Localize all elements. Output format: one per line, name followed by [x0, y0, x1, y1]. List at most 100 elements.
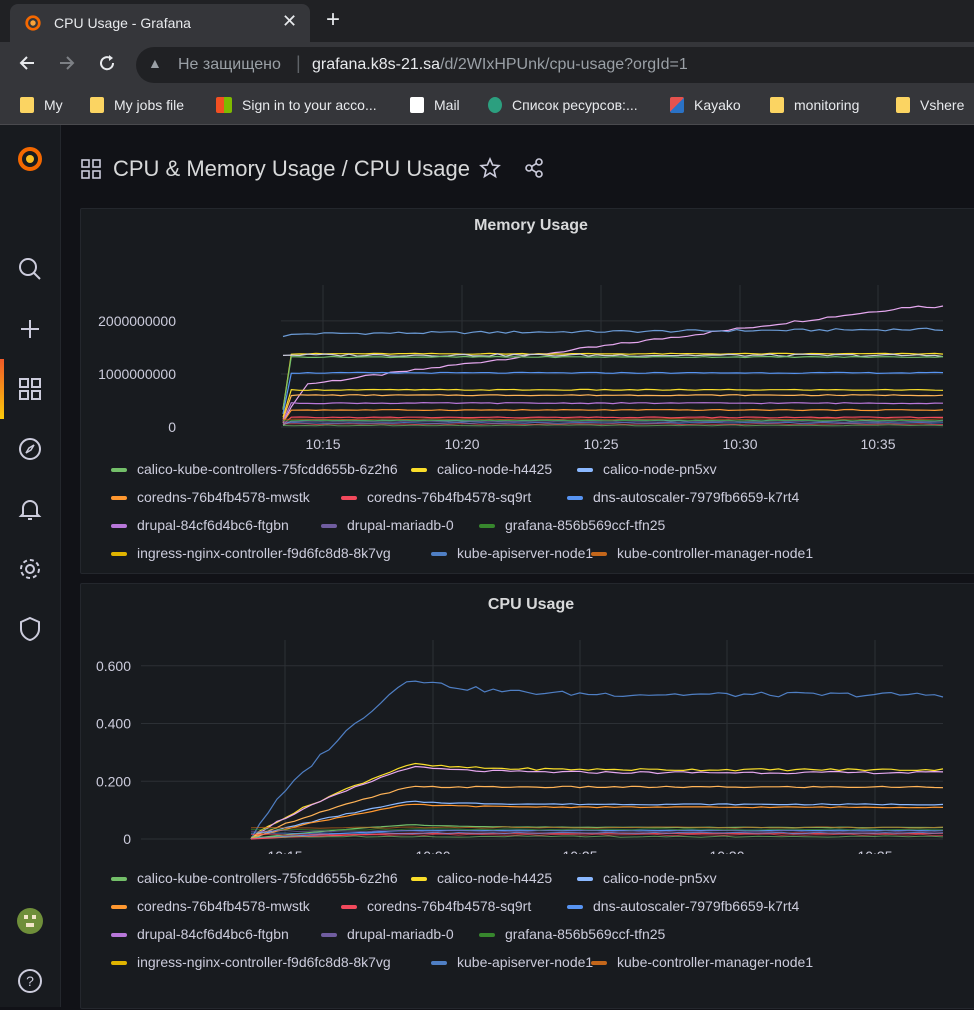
- legend-item-coredns-76b4fb4578-sq9rt[interactable]: coredns-76b4fb4578-sq9rt: [341, 898, 531, 914]
- gear-icon[interactable]: [16, 555, 44, 583]
- legend-swatch: [321, 524, 337, 529]
- url-host: grafana.k8s-21.sa: [312, 56, 441, 73]
- y-tick-label: 0.400: [96, 716, 131, 732]
- star-icon[interactable]: [479, 157, 501, 179]
- y-tick-label: 0: [123, 831, 131, 847]
- address-bar[interactable]: ▲ Не защищено | grafana.k8s-21.sa/d/2WIx…: [136, 47, 974, 83]
- folder-icon: [896, 97, 910, 113]
- folder-icon: [20, 97, 34, 113]
- legend-swatch: [411, 877, 427, 882]
- series-line-drupal-mariadb-0[interactable]: [282, 401, 944, 422]
- legend-swatch: [577, 877, 593, 882]
- cpu-usage-panel[interactable]: CPU Usage 00.2000.4000.60010:1510:2010:2…: [80, 583, 974, 1009]
- legend-item-calico-kube-controllers-75fcdd655b-6z2h6[interactable]: calico-kube-controllers-75fcdd655b-6z2h6: [111, 461, 398, 477]
- baseline-line: [282, 418, 944, 421]
- new-tab-button[interactable]: +: [326, 6, 340, 34]
- url-text[interactable]: grafana.k8s-21.sa/d/2WIxHPUnk/cpu-usage?…: [312, 56, 688, 74]
- legend-item-dns-autoscaler-7979fb6659-k7rt4[interactable]: dns-autoscaler-7979fb6659-k7rt4: [567, 489, 799, 505]
- reload-icon[interactable]: [96, 52, 118, 74]
- bookmark-my[interactable]: My: [20, 97, 63, 113]
- memory-usage-chart[interactable]: 0 1000000000 2000000000 10:15 10:20 10:25 10:3…: [81, 209, 974, 449]
- baseline-line: [282, 424, 944, 427]
- legend-swatch: [341, 496, 357, 501]
- warning-icon[interactable]: ▲: [148, 55, 162, 71]
- legend-item-grafana-856b569ccf-tfn25[interactable]: grafana-856b569ccf-tfn25: [479, 926, 665, 942]
- legend-item-kube-controller-manager-node1[interactable]: kube-controller-manager-node1: [591, 954, 813, 970]
- series-line-drupal-84cf6d4bc6-ftgbn[interactable]: [282, 305, 944, 424]
- bookmark-vshere[interactable]: Vshere: [896, 97, 964, 113]
- plus-icon[interactable]: [16, 315, 44, 343]
- y-tick-label: 0.600: [96, 658, 131, 674]
- forward-icon[interactable]: [56, 52, 78, 74]
- legend-item-calico-node-h4425[interactable]: calico-node-h4425: [411, 461, 552, 477]
- share-icon[interactable]: [523, 157, 545, 179]
- memory-usage-panel[interactable]: Memory Usage 0 1000000000 2000000000 10:15 1…: [80, 208, 974, 574]
- bookmark-mail[interactable]: Mail: [410, 97, 460, 113]
- legend-item-kube-apiserver-node1[interactable]: kube-apiserver-node1: [431, 545, 593, 561]
- legend-label: ingress-nginx-controller-f9d6fc8d8-8k7vg: [137, 954, 391, 970]
- bookmark-sign-in[interactable]: Sign in to your acco...: [216, 97, 377, 113]
- bookmark-label: monitoring: [794, 97, 860, 113]
- microsoft-icon: [216, 97, 232, 113]
- legend-item-drupal-84cf6d4bc6-ftgbn[interactable]: drupal-84cf6d4bc6-ftgbn: [111, 517, 289, 533]
- memory-legend: calico-kube-controllers-75fcdd655b-6z2h6…: [111, 461, 971, 573]
- explore-icon[interactable]: [16, 435, 44, 463]
- legend-swatch: [111, 905, 127, 910]
- bookmark-monitoring[interactable]: monitoring: [770, 97, 859, 113]
- legend-item-kube-controller-manager-node1[interactable]: kube-controller-manager-node1: [591, 545, 813, 561]
- help-icon[interactable]: ?: [16, 967, 44, 995]
- series-line-dns-autoscaler-7979fb6659-k7rt4[interactable]: [282, 371, 944, 415]
- series-line-coredns-76b4fb4578-mwstk[interactable]: [282, 394, 944, 420]
- legend-item-coredns-76b4fb4578-mwstk[interactable]: coredns-76b4fb4578-mwstk: [111, 898, 310, 914]
- legend-swatch: [341, 905, 357, 910]
- legend-label: calico-node-pn5xv: [603, 870, 717, 886]
- legend-item-ingress-nginx-controller-f9d6fc8d8-8k7vg[interactable]: ingress-nginx-controller-f9d6fc8d8-8k7vg: [111, 954, 391, 970]
- bookmark-resources[interactable]: Список ресурсов:...: [488, 97, 638, 113]
- shield-icon[interactable]: [16, 615, 44, 643]
- legend-swatch: [321, 933, 337, 938]
- browser-tab[interactable]: CPU Usage - Grafana ✕: [10, 4, 310, 42]
- legend-item-grafana-856b569ccf-tfn25[interactable]: grafana-856b569ccf-tfn25: [479, 517, 665, 533]
- breadcrumb-dashboard[interactable]: CPU Usage: [354, 156, 470, 181]
- series-line-kube-apiserver-node1[interactable]: [282, 327, 944, 338]
- alert-bell-icon[interactable]: [16, 495, 44, 523]
- x-tick-label: 10:25: [562, 848, 597, 854]
- legend-label: calico-node-h4425: [437, 870, 553, 886]
- series-line-kube-apiserver-node1[interactable]: [250, 680, 944, 840]
- x-tick-label: 10:35: [860, 436, 895, 449]
- back-icon[interactable]: [16, 52, 38, 74]
- legend-label: calico-node-h4425: [437, 461, 553, 477]
- svg-text:?: ?: [26, 973, 34, 989]
- legend-item-kube-apiserver-node1[interactable]: kube-apiserver-node1: [431, 954, 593, 970]
- security-label[interactable]: Не защищено: [178, 56, 281, 74]
- legend-item-drupal-mariadb-0[interactable]: drupal-mariadb-0: [321, 926, 454, 942]
- series-line-calico-node-h4425[interactable]: [282, 352, 944, 410]
- series-line-grafana-856b569ccf-tfn25[interactable]: [282, 355, 944, 410]
- bookmark-kayako[interactable]: Kayako: [670, 97, 741, 113]
- breadcrumb-folder[interactable]: CPU & Memory Usage: [113, 156, 336, 181]
- legend-swatch: [479, 933, 495, 938]
- search-icon[interactable]: [16, 255, 44, 283]
- legend-item-drupal-mariadb-0[interactable]: drupal-mariadb-0: [321, 517, 454, 533]
- legend-item-coredns-76b4fb4578-sq9rt[interactable]: coredns-76b4fb4578-sq9rt: [341, 489, 531, 505]
- bookmark-my-jobs-file[interactable]: My jobs file: [90, 97, 184, 113]
- legend-item-ingress-nginx-controller-f9d6fc8d8-8k7vg[interactable]: ingress-nginx-controller-f9d6fc8d8-8k7vg: [111, 545, 391, 561]
- legend-swatch: [111, 552, 127, 557]
- grafana-logo-icon[interactable]: [16, 145, 44, 173]
- cpu-usage-chart[interactable]: 0 0.200 0.400 0.600 10:15 10:20 10:25 10:30 10:3…: [81, 584, 974, 854]
- x-tick-label: 10:25: [583, 436, 618, 449]
- legend-item-dns-autoscaler-7979fb6659-k7rt4[interactable]: dns-autoscaler-7979fb6659-k7rt4: [567, 898, 799, 914]
- legend-item-calico-kube-controllers-75fcdd655b-6z2h6[interactable]: calico-kube-controllers-75fcdd655b-6z2h6: [111, 870, 398, 886]
- avatar[interactable]: [16, 907, 44, 935]
- legend-item-drupal-84cf6d4bc6-ftgbn[interactable]: drupal-84cf6d4bc6-ftgbn: [111, 926, 289, 942]
- legend-label: drupal-84cf6d4bc6-ftgbn: [137, 517, 289, 533]
- tab-close-icon[interactable]: ✕: [282, 11, 297, 32]
- legend-swatch: [111, 961, 127, 966]
- legend-item-calico-node-pn5xv[interactable]: calico-node-pn5xv: [577, 870, 717, 886]
- legend-item-calico-node-h4425[interactable]: calico-node-h4425: [411, 870, 552, 886]
- legend-label: coredns-76b4fb4578-mwstk: [137, 489, 310, 505]
- legend-swatch: [567, 496, 583, 501]
- legend-item-calico-node-pn5xv[interactable]: calico-node-pn5xv: [577, 461, 717, 477]
- dashboards-icon[interactable]: [16, 375, 44, 403]
- legend-item-coredns-76b4fb4578-mwstk[interactable]: coredns-76b4fb4578-mwstk: [111, 489, 310, 505]
